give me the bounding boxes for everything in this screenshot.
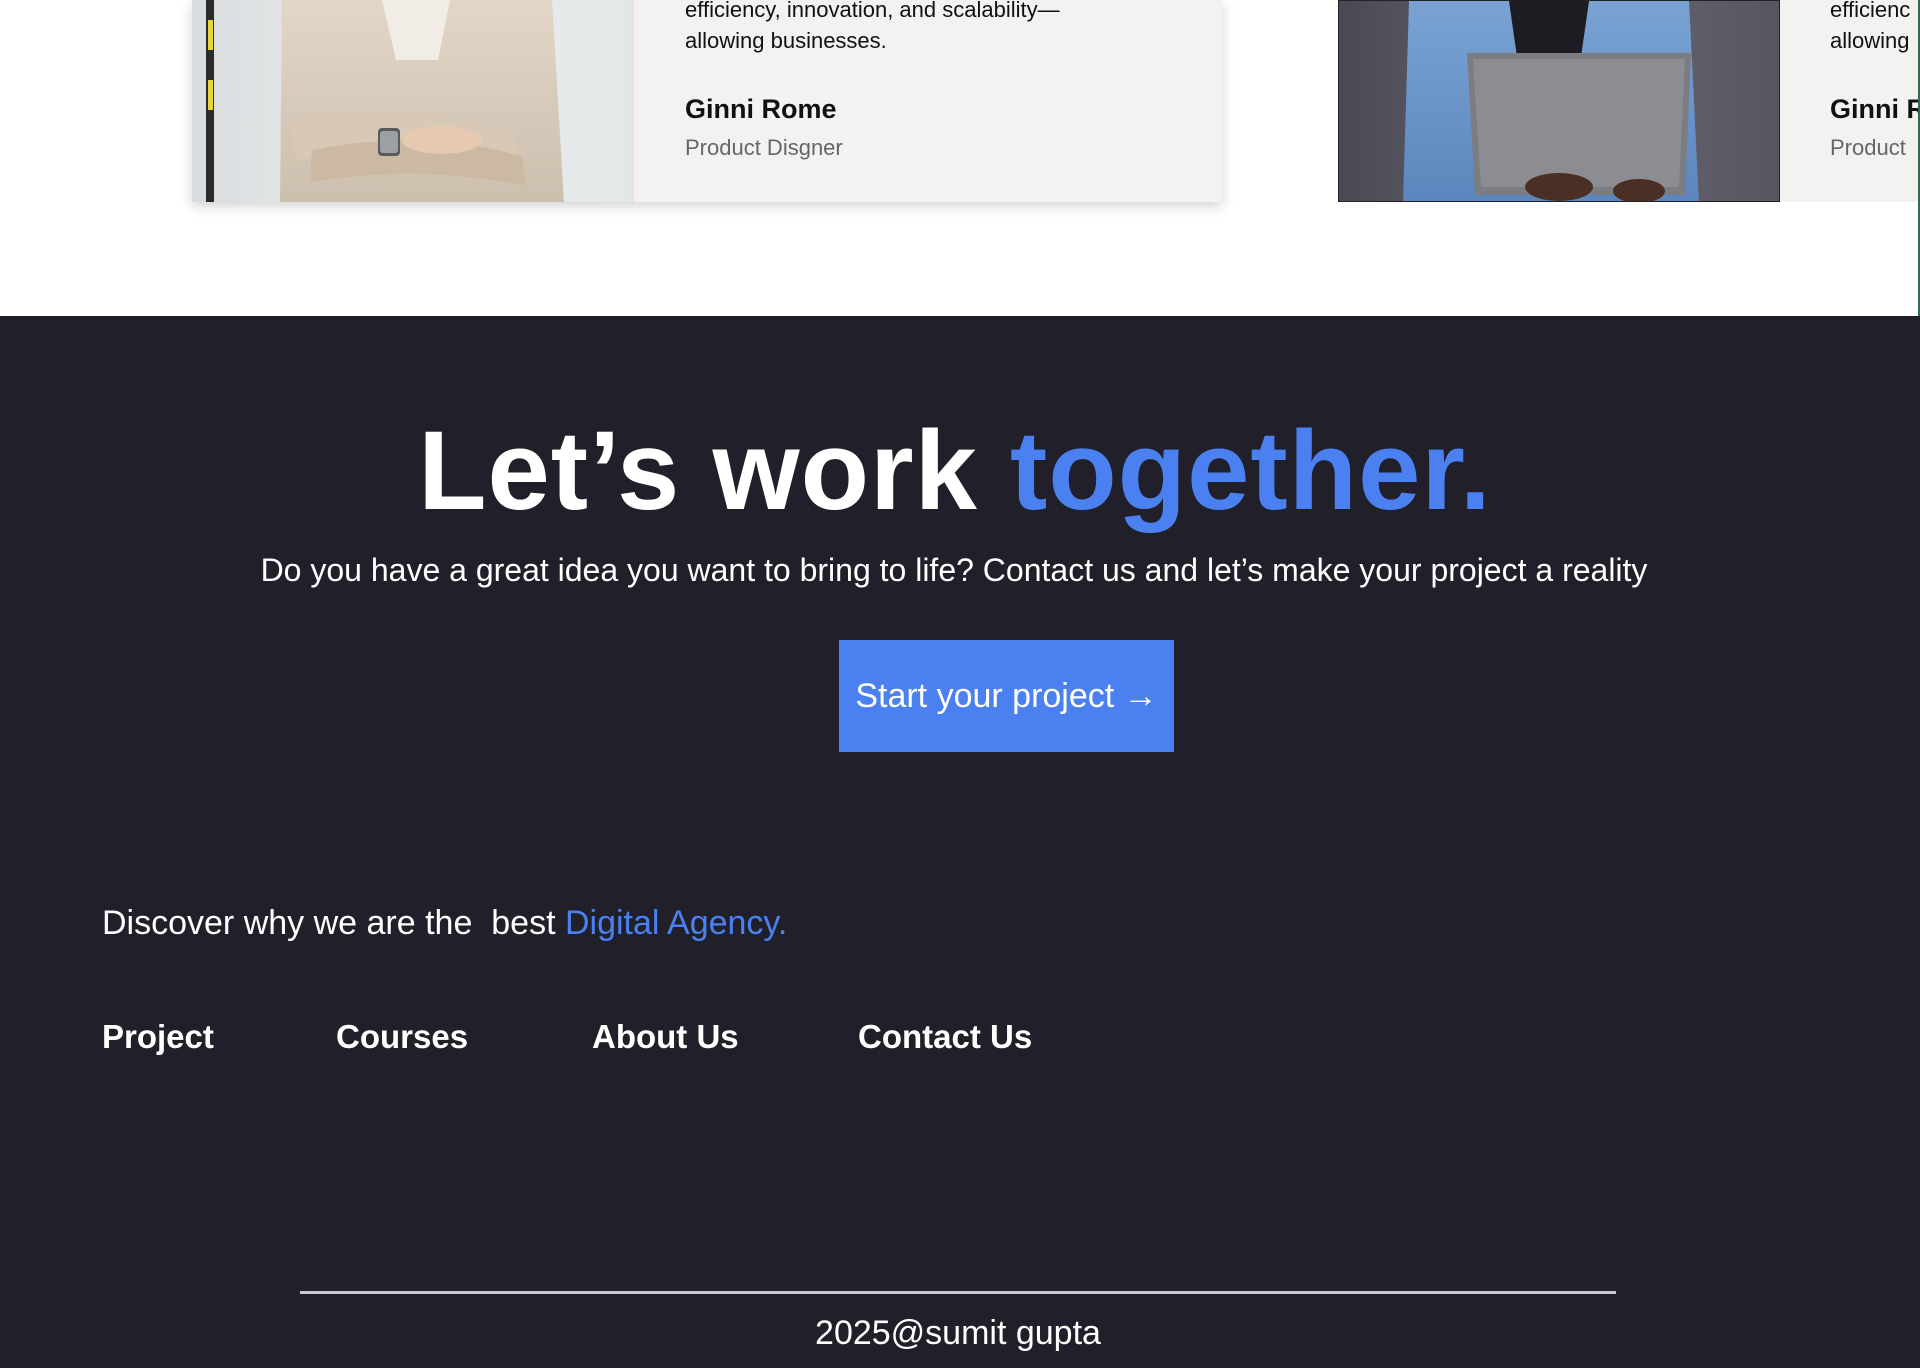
testimonial-role: Product: [1830, 135, 1906, 160]
testimonial-photo: [1338, 0, 1780, 202]
testimonial-quote: efficiency, innovation, and scalability—…: [685, 0, 1060, 53]
cta-heading-main: Let’s work: [418, 408, 1010, 533]
testimonial-name: Ginni Rome: [685, 94, 837, 124]
discover-text: Discover why we are the best: [102, 904, 565, 942]
testimonial-card: efficiency, innovation, and scalability—…: [192, 0, 1222, 202]
footer-link-project[interactable]: Project: [102, 1018, 336, 1056]
cta-subtitle: Do you have a great idea you want to bri…: [260, 552, 1648, 588]
footer-divider: [300, 1291, 1616, 1294]
cta-heading-accent: together.: [1009, 408, 1492, 533]
discover-tagline: Discover why we are the best Digital Age…: [102, 904, 787, 943]
testimonial-role: Product Disgner: [685, 135, 843, 160]
testimonial-name: Ginni R: [1830, 94, 1920, 124]
start-project-button[interactable]: Start your project →: [839, 640, 1174, 752]
cta-heading: Let’s work together.: [0, 406, 1910, 535]
cta-footer-section: Let’s work together. Do you have a great…: [0, 316, 1920, 1368]
footer-nav: Project Courses About Us Contact Us: [102, 1018, 1032, 1056]
testimonial-photo: [192, 0, 634, 202]
footer-link-about-us[interactable]: About Us: [592, 1018, 858, 1056]
footer-link-contact-us[interactable]: Contact Us: [858, 1018, 1032, 1056]
copyright-text: 2025@sumit gupta: [815, 1314, 1101, 1352]
testimonial-quote: efficienc allowing: [1830, 0, 1911, 53]
discover-accent-text: Digital Agency.: [564, 904, 788, 942]
testimonials-section: efficiency, innovation, and scalability—…: [0, 0, 1920, 316]
footer-link-courses[interactable]: Courses: [336, 1018, 592, 1056]
testimonial-card: efficienc allowing Ginni R Product: [1338, 0, 1920, 202]
